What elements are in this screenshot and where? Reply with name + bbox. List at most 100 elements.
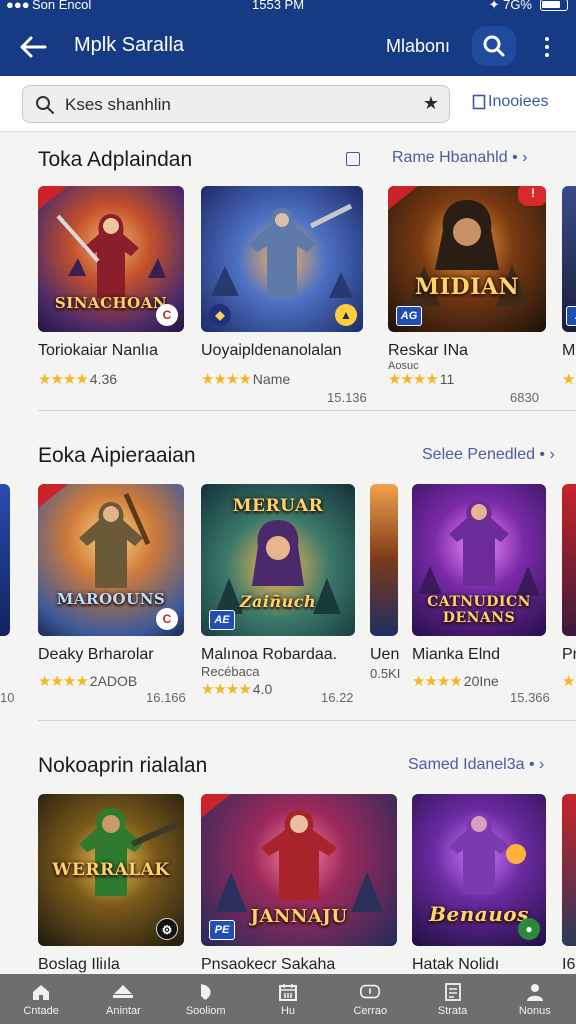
app-name: Deaky Brharolar (38, 646, 154, 663)
app-name: Boslag Iliıla (38, 956, 120, 973)
app-bar: Mplk Saralla Mlabonı (0, 22, 576, 72)
star-rating: ★★★★ 20Ine (412, 673, 499, 690)
download-count: 16.22 (321, 690, 354, 705)
game-logo: MAROOUNS (56, 590, 166, 608)
filter-button[interactable]: Inooiees (472, 93, 549, 111)
bookmark-icon (472, 94, 486, 110)
app-card[interactable]: MAROOUNS C Deaky Brharolar ★★★★ 2ADOB 16.… (38, 484, 186, 710)
star-rating: ★★★★ 4.36 (38, 371, 118, 388)
app-name: Reskar INa (388, 342, 469, 359)
star-rating: ★ (562, 371, 575, 388)
app-thumbnail: JANNAJU PE (201, 794, 397, 946)
chevron-right-icon: › (522, 149, 528, 166)
back-button[interactable] (16, 30, 50, 64)
nav-item-home[interactable]: Cntade (0, 974, 82, 1024)
nav-item-anintar[interactable]: Anintar (82, 974, 164, 1024)
app-card[interactable]: Pr ★ (562, 484, 576, 710)
signal-icon: ●●● (6, 0, 30, 12)
section-title: Nokoaprin rialalan (38, 754, 208, 777)
section-title: Eoka Aipieraaian (38, 444, 196, 467)
nav-label: Cerrao (353, 1005, 388, 1017)
download-count: 16.166 (146, 690, 186, 705)
header-action-link[interactable]: Mlabonı (386, 36, 450, 57)
section-divider (38, 720, 576, 721)
app-card[interactable]: A M ★ (562, 186, 576, 396)
battery-percent: 7G% (503, 0, 532, 12)
download-count: 15.136 (327, 390, 367, 405)
app-name: Pr (562, 646, 576, 663)
game-logo: CATNUDICN DENANS (427, 594, 531, 626)
publisher-icon: C (156, 304, 178, 326)
publisher-badge: PE (209, 920, 235, 940)
app-name: Uoyaipldenanolalan (201, 342, 342, 359)
publisher-icon: ▲ (335, 304, 357, 326)
dot-icon (545, 37, 549, 41)
star-rating: ★★★★ 2ADOB (38, 673, 138, 690)
section-divider (38, 410, 576, 411)
app-card[interactable]: Uen 0.5KI (370, 484, 400, 710)
app-card[interactable]: CATNUDICN DENANS Mianka Elnd ★★★★ 20Ine 1… (412, 484, 550, 710)
nav-item-cerrao[interactable]: Cerrao (329, 974, 411, 1024)
nav-item-nonus[interactable]: Nonus (494, 974, 576, 1024)
app-card[interactable]: JANNAJU PE Pnsaokecr Sakaha (201, 794, 399, 974)
app-card[interactable]: WERRALAK ⚙ Boslag Iliıla (38, 794, 186, 974)
app-name: Uen (370, 646, 400, 663)
publisher-icon: ◆ (209, 304, 231, 326)
publisher-badge: A (566, 306, 576, 326)
app-thumbnail: MAROOUNS C (38, 484, 184, 636)
search-button[interactable] (472, 26, 516, 66)
sale-badge: ! (518, 186, 546, 206)
search-text: Kses shanhlin (65, 95, 171, 114)
app-card[interactable]: Benauos ● Hatak Nolidı (412, 794, 548, 974)
page-title: Mplk Saralla (74, 34, 185, 56)
publisher-icon: C (156, 608, 178, 630)
calendar-icon (277, 981, 299, 1003)
nav-label: Sooliom (185, 1005, 226, 1017)
top-app-bar: ●●● Son Encol 1553 PM ✦ 7G% Mplk Saralla… (0, 0, 576, 76)
dot-icon (545, 53, 549, 57)
section-see-all-link[interactable]: Selee Penedled • › (422, 446, 555, 464)
hat-icon (112, 981, 134, 1003)
chevron-right-icon: › (539, 756, 545, 773)
bottom-navigation: Cntade Anintar Sooliom Hu Cerrao Strata … (0, 974, 576, 1024)
nav-label: Anintar (105, 1005, 141, 1017)
search-row: Kses shanhlin ★ Inooiees (0, 76, 576, 132)
bookmark-icon[interactable] (346, 152, 360, 166)
publisher-badge: AE (209, 610, 235, 630)
app-thumbnail: MERUAR Zaiñuch AE (201, 484, 355, 636)
app-card[interactable]: MERUAR Zaiñuch AE Malınoa Robardaa. Recé… (201, 484, 357, 710)
nav-item-hu[interactable]: Hu (247, 974, 329, 1024)
dot-icon (545, 45, 549, 49)
app-thumbnail (0, 484, 10, 636)
star-rating: ★★★★ 11 (388, 371, 455, 388)
app-name: M (562, 342, 576, 359)
section-see-all-link[interactable]: Rame Hbanahld • › (392, 149, 527, 167)
search-icon (483, 35, 505, 57)
more-options-button[interactable] (534, 30, 560, 64)
download-count: 15.366 (510, 690, 550, 705)
app-card[interactable]: SINACHOAN C Toriokaiar Nanlıa ★★★★ 4.36 (38, 186, 186, 396)
arrow-left-icon (20, 36, 47, 58)
download-count: 6830 (510, 390, 539, 405)
app-thumbnail (370, 484, 398, 636)
leaf-icon (195, 981, 217, 1003)
app-card[interactable]: ◆ ▲ Uoyaipldenanolalan ★★★★ Name 15.136 (201, 186, 371, 405)
nav-item-strata[interactable]: Strata (411, 974, 493, 1024)
status-icons: ✦ 7G% (489, 0, 532, 13)
app-thumbnail: WERRALAK ⚙ (38, 794, 184, 946)
search-input[interactable]: Kses shanhlin ★ (22, 85, 450, 123)
app-thumbnail: CATNUDICN DENANS (412, 484, 546, 636)
app-card[interactable]: I6 (562, 794, 576, 974)
section-featured: Toka Adplaindan Rame Hbanahld • › SINACH… (0, 132, 576, 412)
app-card[interactable]: 10 (0, 484, 14, 710)
chevron-right-icon: › (549, 446, 555, 463)
nav-item-sooliom[interactable]: Sooliom (165, 974, 247, 1024)
section-see-all-link[interactable]: Samed Idanel3a • › (408, 756, 544, 774)
app-thumbnail: A (562, 186, 576, 332)
carrier-name: Son Encol (32, 0, 92, 12)
bookmark-star-icon[interactable]: ★ (423, 93, 439, 114)
filter-label: Inooiees (488, 93, 549, 110)
chat-icon (359, 981, 381, 1003)
download-count: 10 (0, 690, 14, 705)
app-card[interactable]: MIDIAN AG ! Reskar INa Aosuc ★★★★ 11 6830 (388, 186, 548, 405)
